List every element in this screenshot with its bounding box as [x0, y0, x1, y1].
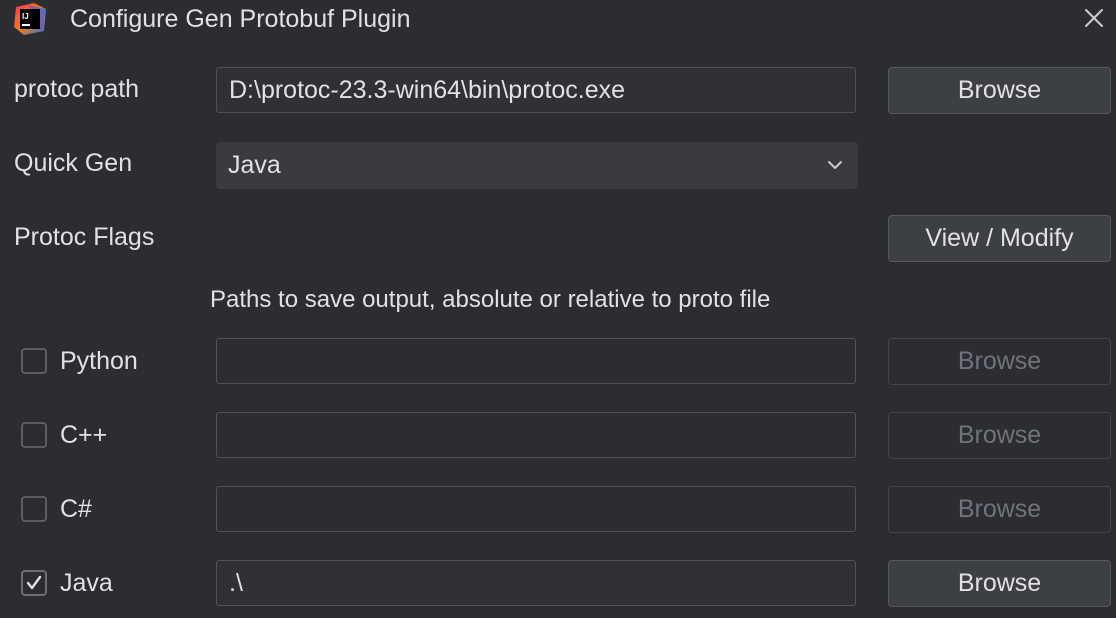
output-path-hint: Paths to save output, absolute or relati…: [210, 286, 771, 313]
dialog-title: Configure Gen Protobuf Plugin: [70, 5, 411, 33]
csharp-label: C#: [60, 495, 92, 523]
protoc-path-browse-button[interactable]: Browse: [888, 67, 1111, 114]
intellij-idea-icon: IJ: [14, 3, 46, 35]
python-label: Python: [60, 347, 138, 375]
protoc-flags-label: Protoc Flags: [14, 223, 155, 251]
protoc-path-input[interactable]: [216, 67, 856, 113]
close-icon[interactable]: [1080, 4, 1108, 32]
csharp-path-input[interactable]: [216, 486, 856, 532]
java-browse-button[interactable]: Browse: [888, 560, 1111, 607]
python-checkbox[interactable]: [21, 348, 47, 374]
python-browse-button[interactable]: Browse: [888, 338, 1111, 385]
protoc-path-label: protoc path: [14, 75, 140, 103]
csharp-browse-button[interactable]: Browse: [888, 486, 1111, 533]
java-label: Java: [60, 569, 113, 597]
chevron-down-icon: [828, 161, 842, 169]
quick-gen-label: Quick Gen: [14, 149, 133, 177]
java-checkbox[interactable]: [21, 570, 47, 596]
quick-gen-selected-value: Java: [228, 151, 281, 179]
configure-dialog: IJ Configure Gen Protobuf Plugin protoc …: [0, 0, 1116, 618]
svg-text:IJ: IJ: [22, 12, 29, 21]
cpp-checkbox[interactable]: [21, 422, 47, 448]
java-path-input[interactable]: [216, 560, 856, 606]
view-modify-button[interactable]: View / Modify: [888, 215, 1111, 262]
python-path-input[interactable]: [216, 338, 856, 384]
cpp-browse-button[interactable]: Browse: [888, 412, 1111, 459]
checkmark-icon: [26, 575, 42, 590]
csharp-checkbox[interactable]: [21, 496, 47, 522]
quick-gen-select[interactable]: Java: [216, 142, 858, 189]
cpp-label: C++: [60, 421, 108, 449]
cpp-path-input[interactable]: [216, 412, 856, 458]
title-bar: IJ Configure Gen Protobuf Plugin: [0, 0, 1116, 38]
